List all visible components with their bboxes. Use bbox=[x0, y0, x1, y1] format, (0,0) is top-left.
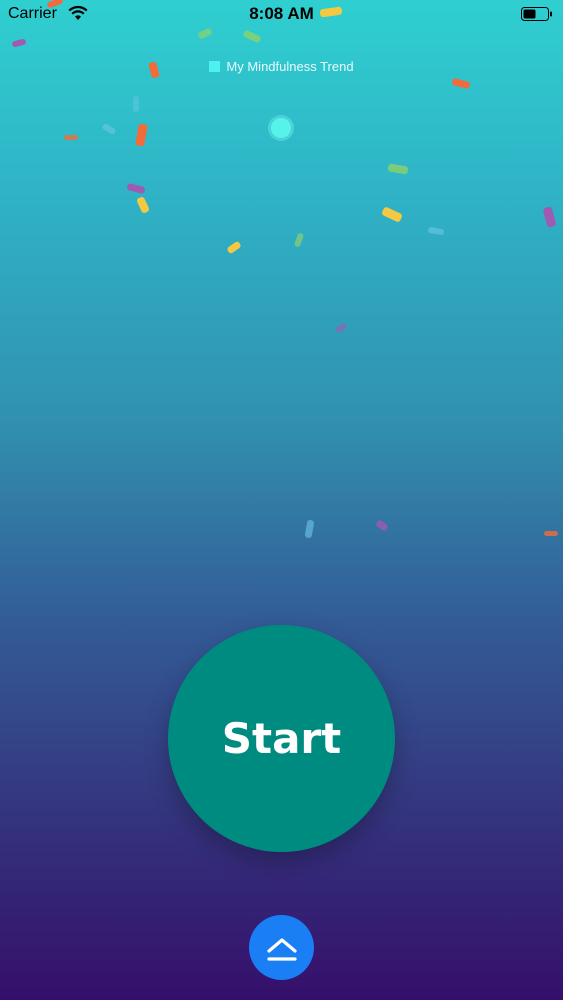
confetti-piece bbox=[334, 322, 348, 334]
legend-swatch bbox=[209, 61, 221, 72]
confetti-piece bbox=[135, 123, 148, 147]
chevron-up-bar-icon bbox=[266, 937, 297, 961]
confetti-piece bbox=[64, 135, 78, 140]
confetti-piece bbox=[304, 519, 315, 539]
confetti-piece bbox=[133, 96, 139, 112]
trend-marker bbox=[271, 118, 291, 138]
confetti-piece bbox=[381, 206, 403, 223]
expand-button[interactable] bbox=[249, 915, 314, 980]
start-button[interactable]: Start bbox=[168, 625, 395, 852]
confetti-piece bbox=[11, 38, 27, 48]
confetti-piece bbox=[387, 163, 409, 175]
confetti-piece bbox=[542, 206, 557, 228]
status-bar: Carrier 8:08 AM bbox=[0, 0, 563, 30]
trend-legend: My Mindfulness Trend bbox=[0, 59, 563, 74]
app-screen: Carrier 8:08 AM My Mindfulness Trend Sta… bbox=[0, 0, 563, 1000]
confetti-piece bbox=[544, 531, 558, 536]
confetti-piece bbox=[293, 232, 305, 248]
confetti-piece bbox=[101, 122, 117, 136]
confetti-piece bbox=[375, 519, 389, 532]
confetti-piece bbox=[226, 240, 242, 255]
trend-legend-label: My Mindfulness Trend bbox=[226, 59, 354, 74]
confetti-piece bbox=[451, 77, 471, 90]
status-time: 8:08 AM bbox=[249, 4, 314, 23]
battery-icon bbox=[521, 7, 552, 21]
confetti-piece bbox=[135, 196, 151, 214]
start-button-label: Start bbox=[221, 714, 342, 763]
confetti-piece bbox=[427, 226, 445, 236]
confetti-piece bbox=[242, 29, 262, 44]
confetti-piece bbox=[126, 182, 146, 195]
